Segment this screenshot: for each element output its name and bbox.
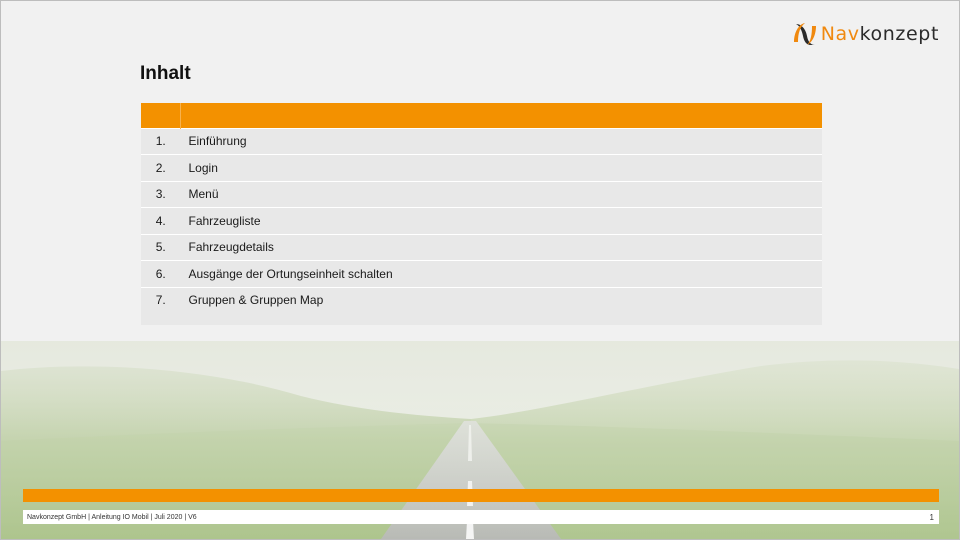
toc-item-number: 7. [141,286,181,325]
toc-item-label: Gruppen & Gruppen Map [180,286,822,325]
footer-text: Navkonzept GmbH | Anleitung IO Mobil | J… [27,513,197,521]
toc-item[interactable]: 1. Einführung [141,127,822,155]
toc-item-label: Login [180,154,822,181]
toc-item[interactable]: 5. Fahrzeugdetails [141,233,822,261]
toc-item[interactable]: 7. Gruppen & Gruppen Map [141,286,822,325]
toc-item-label: Ausgänge der Ortungseinheit schalten [180,260,822,287]
footer-accent-bar [23,489,939,502]
toc-item-label: Menü [180,180,822,208]
logo-wordmark: Navkonzept [820,22,939,45]
logo-text-konzept: konzept [859,22,939,45]
toc-item-number: 6. [141,260,181,287]
navkonzept-logo: Navkonzept [791,19,939,49]
toc-item[interactable]: 6. Ausgänge der Ortungseinheit schalten [141,260,822,287]
toc-item-number: 4. [141,207,181,234]
footer: Navkonzept GmbH | Anleitung IO Mobil | J… [23,510,939,524]
toc-header-number-cell [141,103,181,128]
toc-item-number: 2. [141,154,181,181]
navkonzept-logo-mark-icon [793,23,816,45]
slide: Navkonzept Inhalt 1. Einführung 2. Login… [0,0,960,540]
toc-item[interactable]: 4. Fahrzeugliste [141,207,822,234]
toc-item-number: 5. [141,233,181,261]
toc-item-number: 3. [141,180,181,208]
toc-item[interactable]: 3. Menü [141,180,822,208]
toc-item-label: Einführung [180,127,822,155]
logo-text-nav: Nav [820,22,860,45]
toc-item-label: Fahrzeugdetails [180,233,822,261]
toc-header-label-cell [181,103,823,128]
page-title: Inhalt [140,63,191,84]
toc-item-number: 1. [141,127,181,155]
toc-item-label: Fahrzeugliste [180,207,822,234]
toc-item[interactable]: 2. Login [141,154,822,181]
toc-header-row [141,103,822,128]
page-number: 1 [929,512,934,522]
table-of-contents: 1. Einführung 2. Login 3. Menü 4. Fahrze… [141,103,822,325]
